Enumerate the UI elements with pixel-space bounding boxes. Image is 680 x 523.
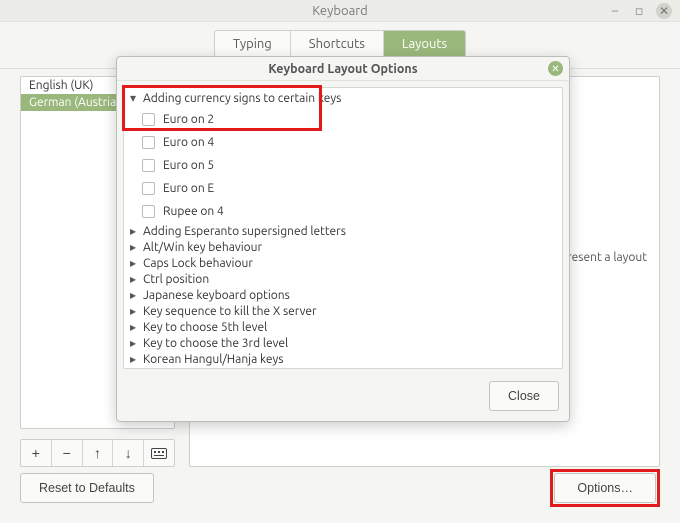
group-label: Key sequence to kill the X server [143, 305, 317, 318]
group-5th-level[interactable]: ▸ Key to choose 5th level [130, 319, 556, 335]
group-3rd-level[interactable]: ▸ Key to choose the 3rd level [130, 335, 556, 351]
option-euro-on-5[interactable]: Euro on 5 [140, 154, 556, 177]
group-kill-x[interactable]: ▸ Key sequence to kill the X server [130, 303, 556, 319]
group-label: Adding Esperanto supersigned letters [143, 225, 346, 238]
group-label: Ctrl position [143, 273, 209, 286]
caret-right-icon: ▸ [130, 320, 139, 334]
maximize-icon[interactable]: ▫ [632, 4, 646, 18]
option-euro-on-4[interactable]: Euro on 4 [140, 131, 556, 154]
checkbox[interactable] [142, 113, 155, 126]
group-alt-win[interactable]: ▸ Alt/Win key behaviour [130, 239, 556, 255]
option-label: Euro on E [163, 182, 214, 195]
option-euro-on-e[interactable]: Euro on E [140, 177, 556, 200]
caret-right-icon: ▸ [130, 224, 139, 238]
option-label: Rupee on 4 [163, 205, 224, 218]
layout-list-buttons: + − ↑ ↓ [20, 439, 175, 467]
group-currency-signs[interactable]: ▾ Adding currency signs to certain keys [130, 90, 556, 106]
dialog-titlebar: Keyboard Layout Options ✕ [117, 57, 569, 81]
checkbox[interactable] [142, 205, 155, 218]
checkbox[interactable] [142, 136, 155, 149]
group-currency-options: Euro on 2 Euro on 4 Euro on 5 Euro on E … [130, 106, 556, 223]
group-label: Adding currency signs to certain keys [143, 92, 341, 105]
dialog-close-icon[interactable]: ✕ [548, 61, 563, 76]
option-euro-on-2[interactable]: Euro on 2 [140, 108, 556, 131]
move-up-button[interactable]: ↑ [83, 440, 114, 466]
bottom-bar: Reset to Defaults Options… [20, 469, 660, 507]
group-label: Alt/Win key behaviour [143, 241, 262, 254]
caret-right-icon: ▸ [130, 256, 139, 270]
caret-right-icon: ▸ [130, 240, 139, 254]
group-label: Japanese keyboard options [143, 289, 290, 302]
caret-right-icon: ▸ [130, 336, 139, 350]
tab-shortcuts[interactable]: Shortcuts [291, 31, 384, 57]
dialog-body[interactable]: ▾ Adding currency signs to certain keys … [123, 87, 563, 369]
group-label: Layout of numeric keypad [143, 369, 282, 370]
group-label: Key to choose 5th level [143, 321, 267, 334]
caret-down-icon: ▾ [130, 91, 139, 105]
keyboard-icon [151, 448, 167, 459]
option-label: Euro on 5 [163, 159, 214, 172]
window-title: Keyboard [312, 4, 368, 18]
close-icon[interactable]: ✕ [656, 3, 672, 19]
reset-defaults-button[interactable]: Reset to Defaults [20, 473, 154, 503]
window-controls: – ▫ ✕ [608, 3, 672, 19]
group-label: Key to choose the 3rd level [143, 337, 288, 350]
show-keyboard-button[interactable] [144, 440, 174, 466]
group-label: Caps Lock behaviour [143, 257, 253, 270]
options-highlight: Options… [550, 469, 660, 507]
group-ctrl-position[interactable]: ▸ Ctrl position [130, 271, 556, 287]
move-down-button[interactable]: ↓ [113, 440, 144, 466]
caret-right-icon: ▸ [130, 288, 139, 302]
tab-typing[interactable]: Typing [215, 31, 291, 57]
dialog-title: Keyboard Layout Options [268, 62, 417, 76]
caret-right-icon: ▸ [130, 272, 139, 286]
dialog-close-button[interactable]: Close [489, 381, 559, 411]
group-label: Korean Hangul/Hanja keys [143, 353, 284, 366]
caret-right-icon: ▸ [130, 368, 139, 369]
caret-right-icon: ▸ [130, 304, 139, 318]
window-titlebar: Keyboard – ▫ ✕ [0, 0, 680, 22]
tab-layouts[interactable]: Layouts [384, 31, 465, 57]
option-rupee-on-4[interactable]: Rupee on 4 [140, 200, 556, 223]
minimize-icon[interactable]: – [608, 4, 622, 18]
tabs: Typing Shortcuts Layouts [214, 30, 466, 58]
remove-layout-button[interactable]: − [52, 440, 83, 466]
add-layout-button[interactable]: + [21, 440, 52, 466]
dialog-footer: Close [117, 375, 569, 421]
checkbox[interactable] [142, 182, 155, 195]
checkbox[interactable] [142, 159, 155, 172]
group-caps-lock[interactable]: ▸ Caps Lock behaviour [130, 255, 556, 271]
option-label: Euro on 2 [163, 113, 214, 126]
group-japanese[interactable]: ▸ Japanese keyboard options [130, 287, 556, 303]
options-button[interactable]: Options… [554, 473, 656, 503]
caret-right-icon: ▸ [130, 352, 139, 366]
group-esperanto[interactable]: ▸ Adding Esperanto supersigned letters [130, 223, 556, 239]
option-label: Euro on 4 [163, 136, 214, 149]
group-korean[interactable]: ▸ Korean Hangul/Hanja keys [130, 351, 556, 367]
group-numpad[interactable]: ▸ Layout of numeric keypad [130, 367, 556, 369]
keyboard-layout-options-dialog: Keyboard Layout Options ✕ ▾ Adding curre… [116, 56, 570, 422]
